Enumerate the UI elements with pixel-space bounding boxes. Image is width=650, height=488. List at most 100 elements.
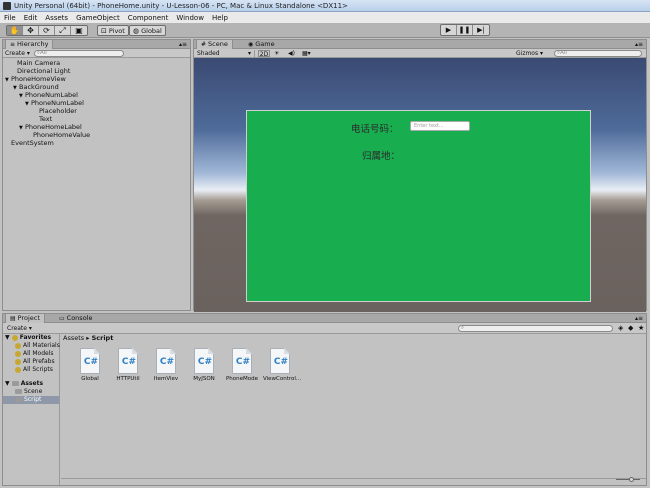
tree-item-eventsystem[interactable]: EventSystem bbox=[3, 139, 190, 147]
tree-item-phonehomeview[interactable]: ▼ PhoneHomeView bbox=[3, 75, 190, 83]
folder-icon bbox=[15, 397, 22, 402]
hierarchy-create-button[interactable]: Create ▾ bbox=[5, 50, 30, 57]
2d-toggle-button[interactable]: 2D bbox=[258, 50, 270, 58]
step-icon[interactable]: ▶| bbox=[473, 25, 489, 35]
tree-item-phonenumlabel[interactable]: ▼ PhoneNumLabel bbox=[3, 91, 190, 99]
rect-tool-icon[interactable]: ▣ bbox=[71, 26, 87, 35]
expand-arrow-icon[interactable]: ▼ bbox=[5, 334, 10, 341]
expand-arrow-icon[interactable]: ▼ bbox=[5, 380, 10, 387]
hierarchy-search-input[interactable]: ⌕ All bbox=[33, 49, 124, 57]
tree-item-background[interactable]: ▼ BackGround bbox=[3, 83, 190, 91]
window-title: Unity Personal (64bit) - PhoneHome.unity… bbox=[14, 1, 348, 10]
tree-item-directional-light[interactable]: Directional Light bbox=[3, 67, 190, 75]
tab-game[interactable]: ◉ Game bbox=[244, 40, 279, 49]
filter-type-icon[interactable]: ◈ bbox=[618, 324, 623, 332]
folder-icon: ▤ bbox=[10, 315, 16, 322]
folder-scene[interactable]: Scene bbox=[3, 388, 59, 396]
script-file-global[interactable]: C# Global bbox=[73, 348, 107, 382]
favorite-all-scripts[interactable]: All Scripts bbox=[3, 366, 59, 374]
breadcrumb-current: Script bbox=[91, 334, 114, 342]
breadcrumb: Assets ▸ Script bbox=[63, 334, 113, 343]
project-panel-menu-icon[interactable]: ▴≡ bbox=[635, 314, 643, 323]
scene-search-input[interactable]: ⌕ All bbox=[554, 50, 642, 57]
playback-controls: ▶ ❚❚ ▶| bbox=[440, 24, 490, 36]
scene-icon: # bbox=[201, 41, 207, 48]
gizmos-dropdown[interactable]: Gizmos ▾ bbox=[516, 50, 543, 57]
project-panel: ▤ Project ▭ Console ▴≡ Create ▾ ⌕ ◈ ◆ ★ … bbox=[2, 313, 647, 486]
phone-number-input[interactable]: Enter text... bbox=[410, 121, 470, 131]
favorite-all-prefabs[interactable]: All Prefabs bbox=[3, 358, 59, 366]
game-icon: ◉ bbox=[248, 41, 254, 48]
csharp-script-icon: C# bbox=[194, 348, 214, 374]
scene-viewport[interactable]: 电话号码： Enter text... 归属地： bbox=[194, 58, 646, 312]
script-file-httputil[interactable]: C# HTTPUtil bbox=[111, 348, 145, 382]
tab-scene[interactable]: # Scene bbox=[196, 40, 233, 49]
icon-size-slider[interactable] bbox=[616, 479, 640, 480]
scale-tool-icon[interactable]: ⤢ bbox=[55, 26, 71, 35]
panel-menu-icon[interactable]: ▴≡ bbox=[179, 40, 187, 49]
global-toggle-button[interactable]: ◍ Global bbox=[129, 25, 166, 36]
globe-icon: ◍ bbox=[133, 26, 140, 35]
tree-item-phonenumlabel-child[interactable]: ▼ PhoneNumLabel bbox=[3, 99, 190, 107]
search-filter-icon bbox=[15, 366, 21, 373]
menu-edit[interactable]: Edit bbox=[24, 14, 38, 22]
tab-console[interactable]: ▭ Console bbox=[55, 314, 96, 323]
lighting-toggle-icon[interactable]: ☀ bbox=[274, 50, 279, 57]
menu-help[interactable]: Help bbox=[212, 14, 228, 22]
tree-item-main-camera[interactable]: Main Camera bbox=[3, 59, 190, 67]
tree-item-phonehomelabel[interactable]: ▼ PhoneHomeLabel bbox=[3, 123, 190, 131]
tab-hierarchy[interactable]: ≡ Hierarchy bbox=[5, 40, 54, 49]
project-search-input[interactable]: ⌕ bbox=[458, 325, 613, 332]
breadcrumb-root[interactable]: Assets bbox=[63, 334, 84, 342]
folder-icon bbox=[11, 381, 19, 386]
menu-window[interactable]: Window bbox=[176, 14, 204, 22]
tab-project-label: Project bbox=[17, 314, 40, 322]
menu-assets[interactable]: Assets bbox=[45, 14, 68, 22]
title-bar: Unity Personal (64bit) - PhoneHome.unity… bbox=[0, 0, 650, 12]
folder-script[interactable]: Script bbox=[3, 396, 59, 404]
audio-toggle-icon[interactable]: ◀) bbox=[288, 50, 295, 57]
script-file-phonemode[interactable]: C# PhoneMode bbox=[225, 348, 259, 382]
tree-item-phonehomevalue[interactable]: PhoneHomeValue bbox=[3, 131, 190, 139]
play-icon[interactable]: ▶ bbox=[441, 25, 457, 35]
favorites-header[interactable]: ▼ Favorites bbox=[3, 334, 59, 342]
phone-number-label: 电话号码： bbox=[351, 124, 399, 135]
script-file-myjson[interactable]: C# MyJSON bbox=[187, 348, 221, 382]
tab-project[interactable]: ▤ Project bbox=[5, 314, 45, 323]
shading-mode-dropdown[interactable]: Shaded ▾ bbox=[197, 50, 255, 57]
menu-component[interactable]: Component bbox=[128, 14, 169, 22]
icon-size-slider-handle[interactable] bbox=[629, 477, 634, 482]
pivot-icon: ⊡ bbox=[101, 26, 107, 35]
script-file-itemview[interactable]: C# ItemViev bbox=[149, 348, 183, 382]
csharp-script-icon: C# bbox=[232, 348, 252, 374]
move-tool-icon[interactable]: ✥ bbox=[23, 26, 39, 35]
file-name: PhoneMode bbox=[225, 376, 259, 382]
assets-header[interactable]: ▼ Assets bbox=[3, 380, 59, 388]
filter-label-icon[interactable]: ◆ bbox=[628, 324, 633, 332]
favorite-all-materials[interactable]: All Materials bbox=[3, 342, 60, 350]
ui-canvas-background[interactable]: 电话号码： Enter text... 归属地： bbox=[246, 110, 591, 302]
favorite-star-icon[interactable]: ★ bbox=[638, 324, 644, 332]
tree-item-placeholder[interactable]: Placeholder bbox=[3, 107, 190, 115]
hand-tool-icon[interactable]: ✋ bbox=[7, 26, 23, 35]
rotate-tool-icon[interactable]: ⟳ bbox=[39, 26, 55, 35]
hierarchy-tree: Main Camera Directional Light ▼ PhoneHome… bbox=[3, 59, 190, 147]
create-label: Create bbox=[7, 325, 27, 332]
tab-console-label: Console bbox=[66, 314, 93, 322]
effects-dropdown-icon[interactable]: ▦▾ bbox=[302, 50, 311, 57]
project-subbar: Create ▾ ⌕ ◈ ◆ ★ bbox=[3, 323, 646, 334]
project-create-button[interactable]: Create ▾ bbox=[7, 325, 32, 332]
csharp-script-icon: C# bbox=[80, 348, 100, 374]
menu-file[interactable]: File bbox=[4, 14, 16, 22]
hierarchy-panel: ≡ Hierarchy ▴≡ Create ▾ ⌕ All Main Camera… bbox=[2, 39, 191, 311]
list-icon: ≡ bbox=[10, 41, 16, 48]
script-file-viewcontrol[interactable]: C# ViewControl... bbox=[263, 348, 301, 382]
global-label: Global bbox=[141, 26, 162, 35]
pause-icon[interactable]: ❚❚ bbox=[457, 25, 473, 35]
scene-panel-menu-icon[interactable]: ▴≡ bbox=[635, 40, 643, 49]
gizmos-label: Gizmos bbox=[516, 50, 539, 57]
pivot-toggle-button[interactable]: ⊡ Pivot bbox=[97, 25, 129, 36]
menu-gameobject[interactable]: GameObject bbox=[76, 14, 120, 22]
tree-item-text[interactable]: Text bbox=[3, 115, 190, 123]
favorite-all-models[interactable]: All Models bbox=[3, 350, 59, 358]
